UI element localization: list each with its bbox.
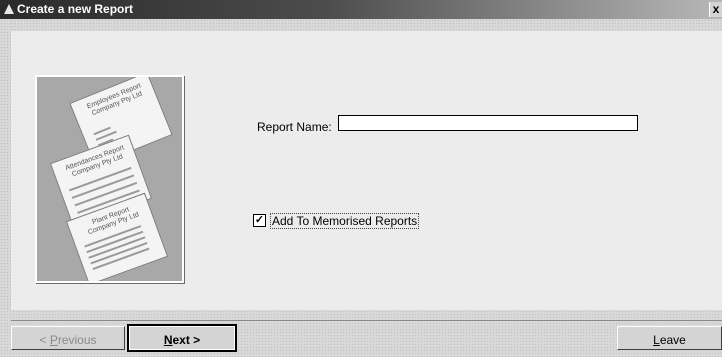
leave-mnemonic: L [653,333,660,347]
footer-divider [11,320,722,321]
close-button[interactable]: x [709,2,722,17]
left-border-pattern [0,19,11,357]
previous-button[interactable]: < Previous [11,326,125,350]
next-button[interactable]: Next > [127,324,237,352]
title-bar[interactable]: Create a new Report x [0,0,722,19]
memorise-checkbox[interactable]: ✓ [253,214,266,227]
previous-mnemonic: P [49,333,58,347]
report-name-label: Report Name: [257,120,332,134]
top-border-pattern [11,19,722,31]
report-name-input[interactable] [338,115,638,131]
previous-rest: revious [57,333,97,347]
previous-prefix: < [39,333,50,347]
paper-title-2: Attendances Report Company Pty Ltd [64,144,126,179]
window-title: Create a new Report [17,2,134,16]
next-rest: ext > [172,333,201,347]
create-report-window: Create a new Report x Employees Report C… [0,0,722,357]
paper-title-1: Employees Report Company Pty Ltd [86,82,144,118]
memorise-checkbox-label[interactable]: Add To Memorised Reports [270,213,420,229]
leave-rest: eave [659,333,686,347]
app-icon [4,4,14,14]
leave-button[interactable]: Leave [617,326,722,350]
report-illustration: Employees Report Company Pty Ltd Attenda… [35,75,184,283]
